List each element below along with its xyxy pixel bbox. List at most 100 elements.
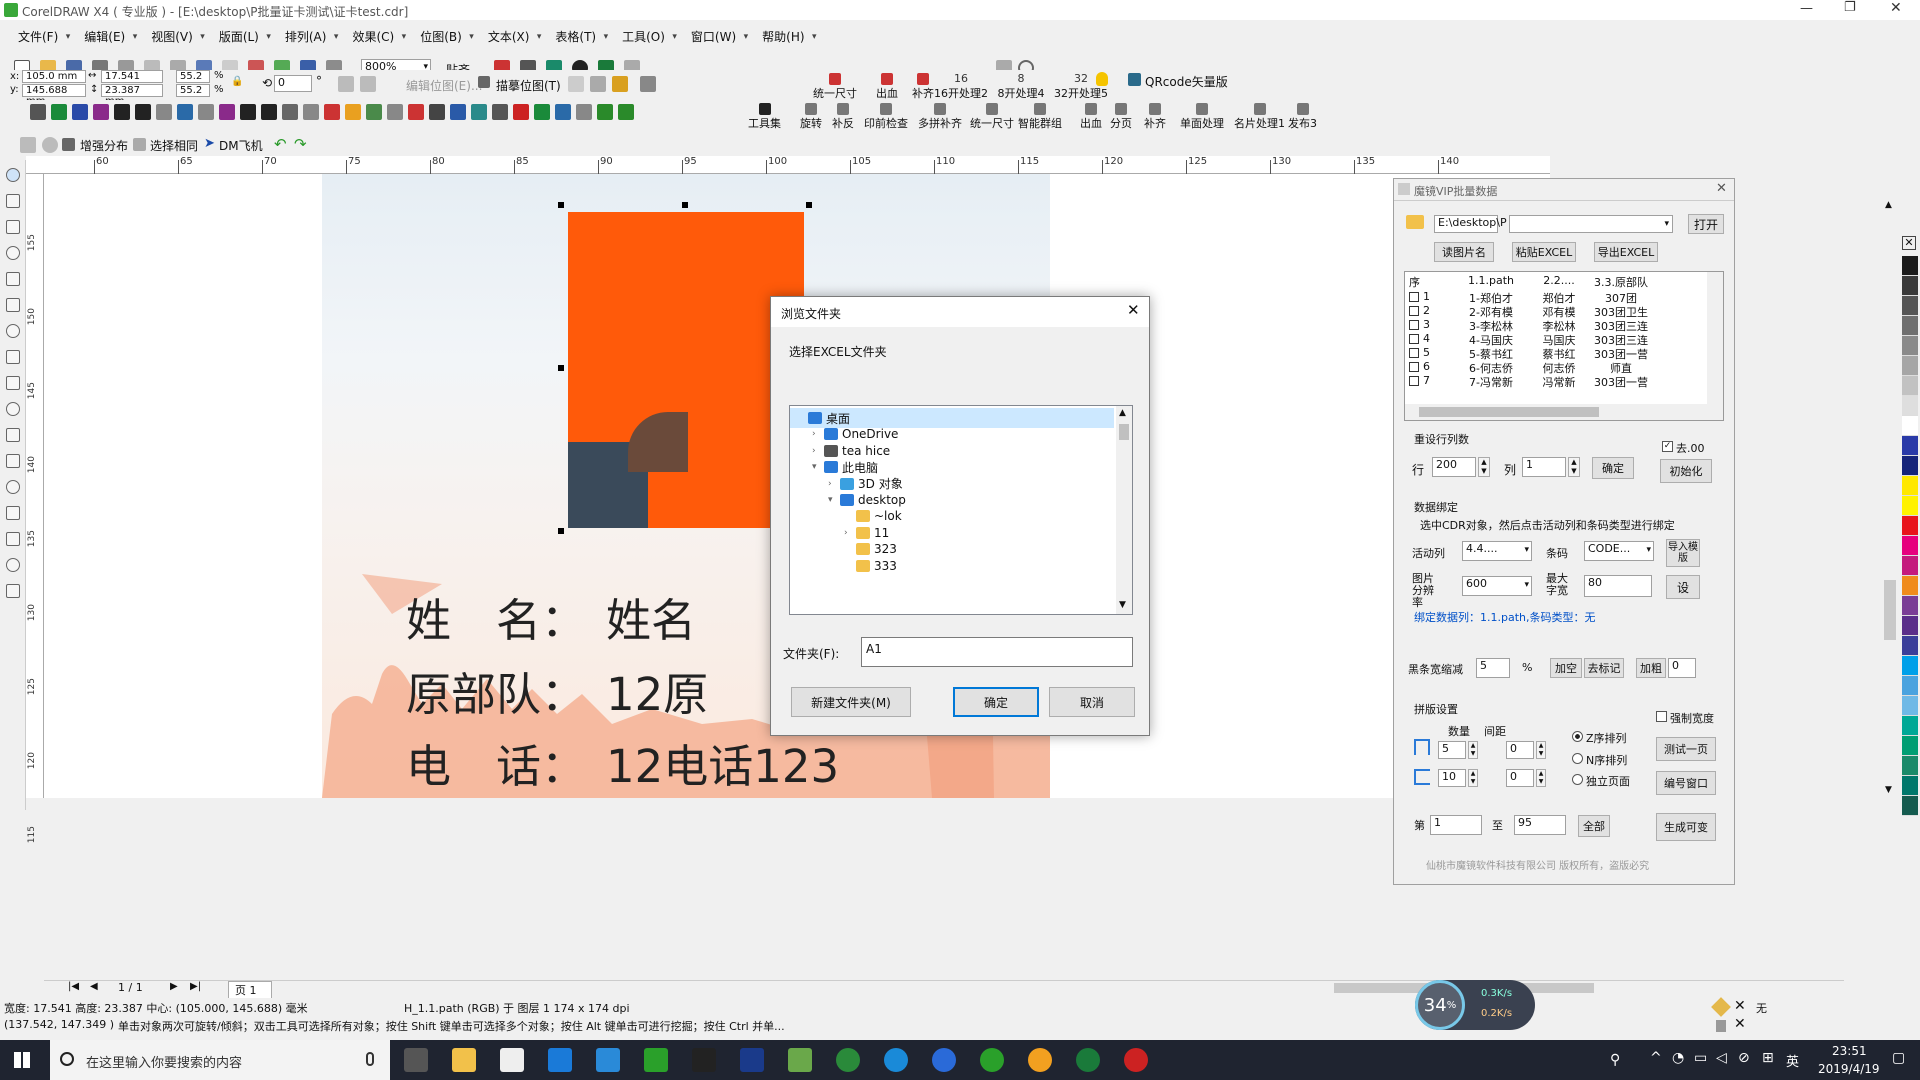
plugin-icon-button[interactable] — [303, 104, 319, 120]
row-spinner[interactable]: ▲ ▼ — [1478, 457, 1490, 477]
color-swatch[interactable] — [1902, 676, 1918, 696]
plugin-tool-button[interactable]: 补反 — [832, 101, 854, 131]
toolbox-tool-icon[interactable] — [6, 376, 20, 390]
k-icon[interactable] — [932, 1048, 956, 1072]
taskbar-search[interactable]: 在这里输入你要搜索的内容 — [50, 1040, 390, 1080]
plugin-icon-button[interactable] — [198, 104, 214, 120]
expand-right-icon[interactable]: › — [812, 429, 824, 439]
menu-item[interactable]: 窗口(W) — [677, 27, 748, 47]
plugin-icon-button[interactable] — [135, 104, 151, 120]
plugin-icon-button[interactable] — [366, 104, 382, 120]
plugin-tool-button[interactable]: 多拼补齐 — [918, 101, 962, 131]
z-order-radio[interactable] — [1572, 731, 1583, 742]
image-resolution-select[interactable]: 600 ▾ — [1462, 576, 1532, 596]
color-swatch[interactable] — [1902, 296, 1918, 316]
mail-icon[interactable] — [500, 1048, 524, 1072]
toolbox-tool-icon[interactable] — [6, 350, 20, 364]
color-swatch[interactable] — [1902, 436, 1918, 456]
selection-handle[interactable] — [806, 202, 812, 208]
color-swatch[interactable] — [1902, 496, 1918, 516]
crop-icon[interactable] — [568, 76, 584, 92]
plugin-tool-button[interactable]: 统一尺寸 — [970, 101, 1014, 131]
panel-sheet-select[interactable]: ▾ — [1509, 215, 1673, 233]
plugin-tool-button[interactable]: 单面处理 — [1180, 101, 1224, 131]
first-page-icon[interactable]: |◀ — [68, 981, 79, 992]
expand-right-icon[interactable]: › — [844, 528, 856, 538]
last-page-icon[interactable]: ▶| — [190, 981, 201, 992]
color-swatch[interactable] — [1902, 636, 1918, 656]
plugin-tool-button[interactable]: 工具集 — [748, 101, 781, 131]
plugin-icon-button[interactable] — [471, 104, 487, 120]
new-folder-button[interactable]: 新建文件夹(M) — [791, 687, 911, 717]
plugin-icon-button[interactable] — [177, 104, 193, 120]
store-icon[interactable] — [596, 1048, 620, 1072]
plugin-icon-button[interactable] — [240, 104, 256, 120]
tray-volume-icon[interactable]: ◁ — [1716, 1050, 1727, 1066]
row-checkbox[interactable] — [1409, 306, 1419, 316]
export-excel-button[interactable]: 导出EXCEL — [1594, 242, 1658, 262]
height-field[interactable]: 23.387 mm — [101, 84, 163, 107]
plugin-tool-button[interactable]: 分页 — [1110, 101, 1132, 131]
tray-block-icon[interactable]: ⊘ — [1738, 1050, 1750, 1066]
data-table[interactable]: 序 1.1.path 2.2.... 3.3.原部队 1 1-郑伯才 郑伯才 307团 2 2-邓… — [1404, 271, 1724, 421]
qty1-spinner[interactable]: ▲ ▼ — [1468, 741, 1478, 759]
app-icon[interactable] — [644, 1048, 668, 1072]
pen-icon[interactable] — [692, 1048, 716, 1072]
gap2-spinner[interactable]: ▲ ▼ — [1536, 769, 1546, 787]
select-same-button[interactable]: 选择相同 — [150, 137, 198, 154]
plugin-icon-button[interactable] — [555, 104, 571, 120]
color-swatch[interactable] — [1902, 396, 1918, 416]
mic-icon[interactable] — [366, 1052, 374, 1066]
qty1-field[interactable]: 5 — [1438, 741, 1466, 759]
folder-tree[interactable]: ▲ ▼ 桌面 › OneDrive › tea hice ▾ 此电脑 › 3D 对象 ▾ deskt… — [789, 405, 1133, 615]
undo-green-icon[interactable]: ↶ — [274, 135, 287, 153]
color-swatch[interactable] — [1902, 796, 1918, 816]
plugin-icon-button[interactable] — [72, 104, 88, 120]
excel-icon[interactable] — [1076, 1048, 1100, 1072]
qty2-spinner[interactable]: ▲ ▼ — [1468, 769, 1478, 787]
row-checkbox[interactable] — [1409, 334, 1419, 344]
tray-lang[interactable]: 英 — [1786, 1051, 1799, 1070]
menu-item[interactable]: 编辑(E) — [70, 27, 137, 47]
table-header[interactable]: 2.2.... — [1529, 274, 1589, 287]
tray-network-icon[interactable]: ▭ — [1694, 1050, 1707, 1066]
page-tab[interactable]: 页 1 — [228, 981, 272, 999]
dot00-checkbox[interactable]: ✓ — [1662, 441, 1673, 452]
table-header[interactable]: 序 — [1409, 274, 1420, 290]
plugin-icon-button[interactable] — [429, 104, 445, 120]
single-page-radio[interactable] — [1572, 774, 1583, 785]
tray-wifi-icon[interactable]: ◔ — [1672, 1050, 1684, 1066]
plugin-button[interactable]: 8 8开处理4 — [992, 72, 1050, 101]
scale-x-field[interactable]: 55.2 — [176, 70, 210, 83]
all-pages-button[interactable]: 全部 — [1578, 815, 1610, 837]
color-swatch[interactable] — [1902, 716, 1918, 736]
color-swatch[interactable] — [1902, 456, 1918, 476]
paste-excel-button[interactable]: 粘贴EXCEL — [1512, 242, 1576, 262]
menu-item[interactable]: 帮助(H) — [748, 27, 817, 47]
menu-item[interactable]: 效果(C) — [338, 27, 406, 47]
dialog-ok-button[interactable]: 确定 — [953, 687, 1039, 717]
color-swatch[interactable] — [1902, 776, 1918, 796]
table-vscroll[interactable] — [1707, 272, 1723, 404]
record-icon[interactable] — [1124, 1048, 1148, 1072]
plugin-icon-button[interactable] — [261, 104, 277, 120]
width-field[interactable]: 17.541 mm — [101, 70, 163, 93]
qty2-field[interactable]: 10 — [1438, 769, 1466, 787]
plugin-button[interactable]: 统一尺寸 — [812, 72, 858, 101]
plugin-button[interactable]: 16 16开处理2 — [932, 72, 990, 101]
menu-item[interactable]: 版面(L) — [205, 27, 271, 47]
plugin-icon-button[interactable] — [597, 104, 613, 120]
mirror-h-icon[interactable] — [338, 76, 354, 92]
color-swatch[interactable] — [1902, 596, 1918, 616]
play-icon[interactable] — [836, 1048, 860, 1072]
plugin-icon-button[interactable] — [576, 104, 592, 120]
table-hscroll-thumb[interactable] — [1419, 407, 1599, 417]
toolbox-tool-icon[interactable] — [6, 402, 20, 416]
gap1-field[interactable]: 0 — [1506, 741, 1534, 759]
expand-right-icon[interactable]: › — [812, 446, 824, 456]
page-from-field[interactable]: 1 — [1430, 815, 1482, 835]
barcode-type-select[interactable]: CODE... ▾ — [1584, 541, 1654, 561]
add-space-button[interactable]: 加空 — [1550, 658, 1582, 678]
plugin-tool-button[interactable]: 印前检查 — [864, 101, 908, 131]
task-view-icon[interactable] — [404, 1048, 428, 1072]
